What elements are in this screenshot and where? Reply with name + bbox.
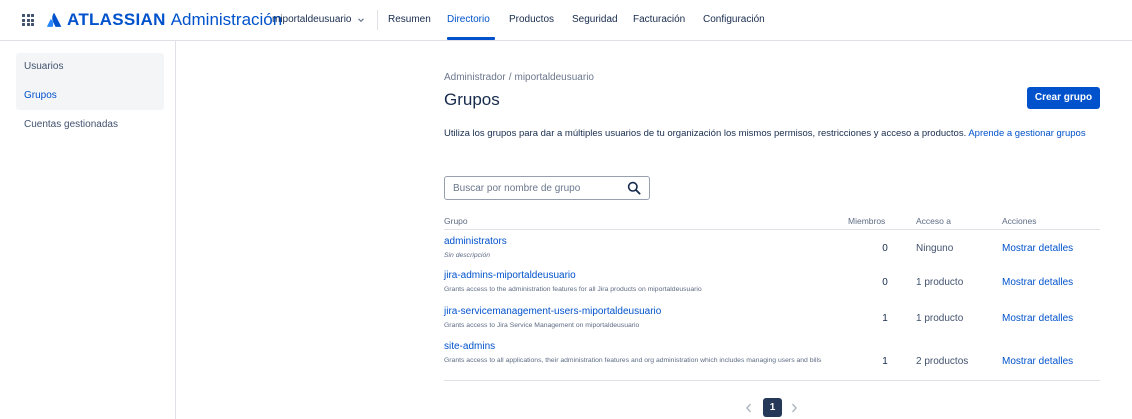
group-name-link[interactable]: jira-servicemanagement-users-miportaldeu…: [444, 306, 661, 317]
search-box: [444, 176, 650, 200]
nav-item-seguridad[interactable]: Seguridad: [572, 14, 618, 25]
breadcrumb-org[interactable]: miportaldeusuario: [514, 72, 594, 83]
sidebar-item-cuentas-gestionadas[interactable]: Cuentas gestionadas: [16, 112, 164, 138]
group-name-link[interactable]: administrators: [444, 236, 507, 247]
nav-item-resumen[interactable]: Resumen: [388, 14, 431, 25]
table-header-divider: [444, 229, 1100, 230]
breadcrumb-admin[interactable]: Administrador: [444, 72, 506, 83]
learn-groups-link[interactable]: Aprende a gestionar grupos: [968, 128, 1085, 139]
chevron-right-icon[interactable]: [789, 402, 799, 414]
member-count: 1: [882, 313, 888, 324]
column-header-members[interactable]: Miembros: [848, 216, 885, 226]
member-count: 0: [882, 243, 888, 254]
org-name: miportaldeusuario: [272, 14, 352, 25]
group-description: Grants access to all applications, their…: [444, 357, 822, 364]
sidebar: Usuarios Grupos Cuentas gestionadas: [0, 41, 176, 419]
chevron-down-icon: [357, 17, 364, 22]
nav-item-facturacion[interactable]: Facturación: [633, 14, 685, 25]
atlassian-logo-icon: [47, 12, 62, 27]
page-current[interactable]: 1: [763, 398, 782, 417]
grid-icon[interactable]: [22, 14, 34, 26]
show-details-link[interactable]: Mostrar detalles: [1002, 277, 1073, 288]
access-summary: Ninguno: [916, 243, 954, 254]
column-header-access: Acceso a: [916, 216, 951, 226]
breadcrumb: Administrador / miportaldeusuario: [444, 72, 594, 83]
brand-name: ATLASSIAN: [67, 10, 166, 29]
breadcrumb-separator: /: [508, 72, 512, 83]
show-details-link[interactable]: Mostrar detalles: [1002, 313, 1073, 324]
atlassian-logo[interactable]: ATLASSIAN Administración: [46, 9, 282, 31]
nav-item-configuracion[interactable]: Configuración: [703, 14, 765, 25]
group-name-link[interactable]: jira-admins-miportaldeusuario: [444, 270, 576, 281]
column-header-actions: Acciones: [1002, 216, 1037, 226]
search-icon[interactable]: [627, 181, 641, 195]
member-count: 1: [882, 356, 888, 367]
top-nav: ATLASSIAN Administración miportaldeusuar…: [0, 0, 1132, 41]
table-bottom-divider: [444, 380, 1100, 381]
group-description: Sin descripción: [444, 252, 491, 259]
page-description: Utiliza los grupos para dar a múltiples …: [444, 126, 1104, 141]
group-name-link[interactable]: site-admins: [444, 341, 495, 352]
nav-divider: [377, 10, 378, 30]
nav-item-productos[interactable]: Productos: [509, 14, 554, 25]
column-header-group[interactable]: Grupo: [444, 216, 468, 226]
search-input[interactable]: [445, 177, 625, 199]
show-details-link[interactable]: Mostrar detalles: [1002, 356, 1073, 367]
show-details-link[interactable]: Mostrar detalles: [1002, 243, 1073, 254]
sidebar-item-grupos[interactable]: Grupos: [16, 83, 164, 109]
org-switcher[interactable]: miportaldeusuario: [272, 14, 365, 25]
access-summary: 1 producto: [916, 277, 964, 288]
member-count: 0: [882, 277, 888, 288]
chevron-left-icon[interactable]: [744, 402, 754, 414]
active-nav-underline: [447, 37, 495, 40]
group-description: Grants access to the administration feat…: [444, 286, 702, 293]
page-title: Grupos: [444, 90, 500, 109]
access-summary: 2 productos: [916, 356, 969, 367]
product-name: Administración: [170, 10, 283, 29]
nav-item-directorio[interactable]: Directorio: [447, 14, 490, 25]
access-summary: 1 producto: [916, 313, 964, 324]
group-description: Grants access to Jira Service Management…: [444, 322, 640, 329]
create-group-button[interactable]: Crear grupo: [1027, 87, 1100, 109]
sidebar-item-usuarios[interactable]: Usuarios: [16, 54, 164, 80]
description-text: Utiliza los grupos para dar a múltiples …: [444, 128, 967, 139]
